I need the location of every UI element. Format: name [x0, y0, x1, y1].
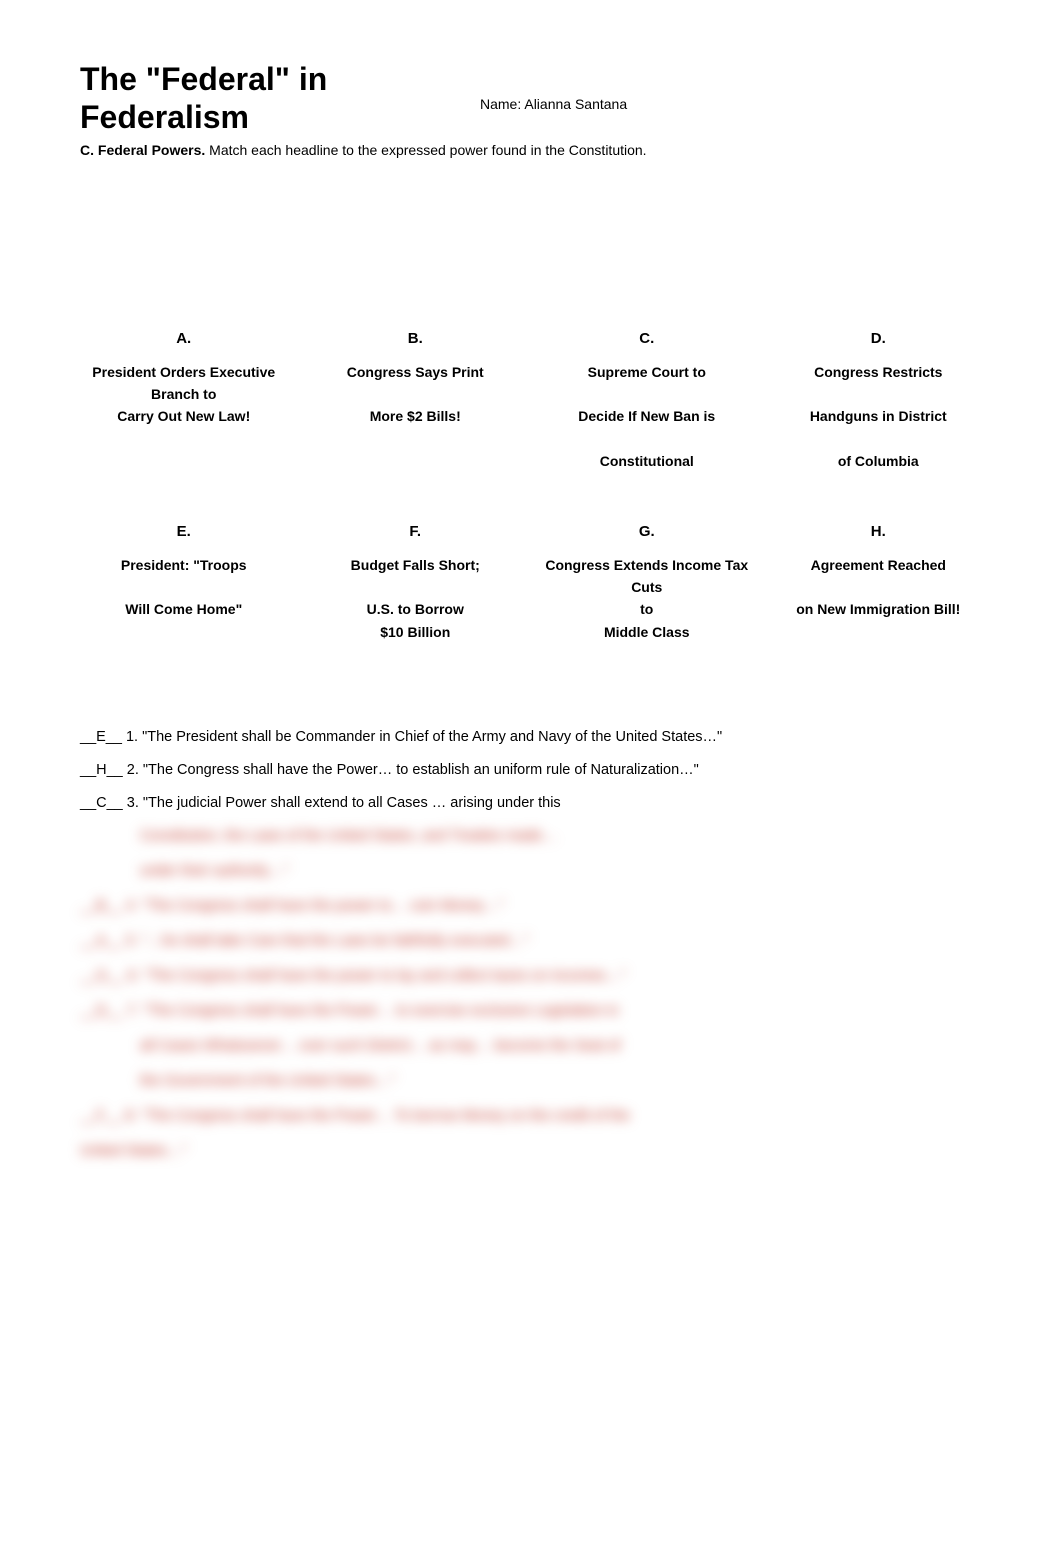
- headline-a: A. President Orders Executive Branch to …: [80, 330, 287, 473]
- question-2: __H__ 2. "The Congress shall have the Po…: [80, 756, 982, 785]
- student-name: Name: Alianna Santana: [480, 95, 627, 113]
- headline-letter: D.: [775, 330, 982, 347]
- instructions-rest: Match each headline to the expressed pow…: [205, 142, 646, 158]
- name-value: Alianna Santana: [524, 96, 627, 112]
- headline-e: E. President: "Troops Will Come Home": [80, 523, 287, 644]
- blurred-line: under their authority…": [80, 857, 982, 886]
- headline-letter: H.: [775, 523, 982, 540]
- headline-b: B. Congress Says Print More $2 Bills!: [312, 330, 519, 473]
- instructions-bold: C. Federal Powers.: [80, 142, 205, 158]
- blurred-line: United States…": [80, 1137, 982, 1166]
- blurred-line: __G__ 6. "The Congress shall have the po…: [80, 962, 982, 991]
- headline-text: President Orders Executive Branch to Car…: [80, 361, 287, 428]
- headline-letter: B.: [312, 330, 519, 347]
- headline-text: Congress Says Print More $2 Bills!: [312, 361, 519, 428]
- headline-letter: E.: [80, 523, 287, 540]
- headline-d: D. Congress Restricts Handguns in Distri…: [775, 330, 982, 473]
- question-1: __E__ 1. "The President shall be Command…: [80, 723, 982, 752]
- headline-letter: F.: [312, 523, 519, 540]
- headline-row-1: A. President Orders Executive Branch to …: [80, 330, 982, 473]
- blurred-line: Constitution, the Laws of the United Sta…: [80, 822, 982, 851]
- headlines-grid: A. President Orders Executive Branch to …: [80, 330, 982, 644]
- headline-letter: A.: [80, 330, 287, 347]
- headline-letter: C.: [543, 330, 750, 347]
- blurred-answers-region: Constitution, the Laws of the United Sta…: [80, 822, 982, 1166]
- title-line-2: Federalism: [80, 99, 249, 135]
- question-3: __C__ 3. "The judicial Power shall exten…: [80, 789, 982, 818]
- blurred-line: all Cases Whatsoever… over such District…: [80, 1032, 982, 1061]
- headline-text: President: "Troops Will Come Home": [80, 554, 287, 621]
- blurred-line: __F__ 8. "The Congress shall have the Po…: [80, 1102, 982, 1131]
- blurred-line: __A__ 5. "…he shall take Care that the L…: [80, 927, 982, 956]
- headline-text: Agreement Reached on New Immigration Bil…: [775, 554, 982, 621]
- headline-text: Supreme Court to Decide If New Ban is Co…: [543, 361, 750, 473]
- title-line-1: The "Federal" in: [80, 61, 327, 97]
- headline-text: Budget Falls Short; U.S. to Borrow $10 B…: [312, 554, 519, 644]
- name-label: Name:: [480, 96, 524, 112]
- question-3-visible: __C__ 3. "The judicial Power shall exten…: [80, 795, 561, 811]
- instructions: C. Federal Powers. Match each headline t…: [80, 141, 982, 160]
- headline-c: C. Supreme Court to Decide If New Ban is…: [543, 330, 750, 473]
- questions-section: __E__ 1. "The President shall be Command…: [80, 723, 982, 1166]
- headline-h: H. Agreement Reached on New Immigration …: [775, 523, 982, 644]
- blurred-line: __B__ 4. "The Congress shall have the po…: [80, 892, 982, 921]
- blurred-line: the Government of the United States…": [80, 1067, 982, 1096]
- headline-g: G. Congress Extends Income Tax Cuts to M…: [543, 523, 750, 644]
- headline-f: F. Budget Falls Short; U.S. to Borrow $1…: [312, 523, 519, 644]
- headline-row-2: E. President: "Troops Will Come Home" F.…: [80, 523, 982, 644]
- headline-text: Congress Restricts Handguns in District …: [775, 361, 982, 473]
- headline-text: Congress Extends Income Tax Cuts to Midd…: [543, 554, 750, 644]
- headline-letter: G.: [543, 523, 750, 540]
- blurred-line: __D__ 7. "The Congress shall have the Po…: [80, 997, 982, 1026]
